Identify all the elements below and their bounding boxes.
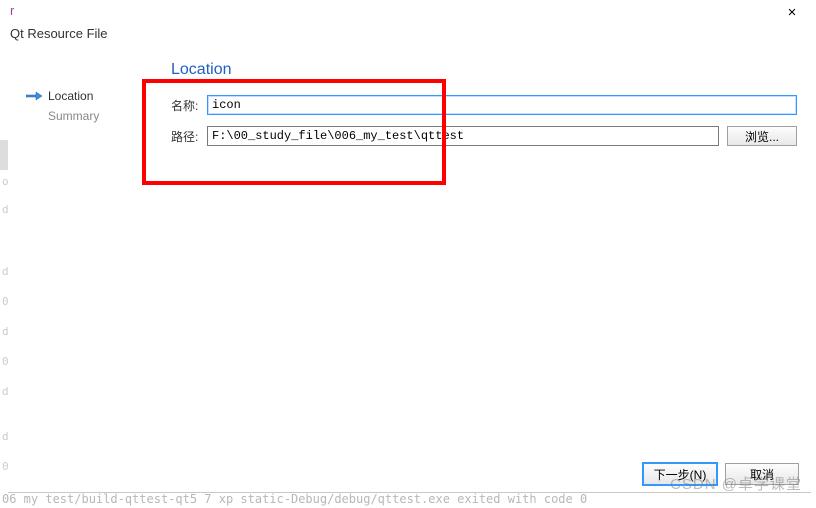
wizard-dialog: r × Qt Resource File Location Summary Lo… [8,0,811,493]
name-label: 名称: [171,97,207,114]
arrow-right-icon [26,91,42,101]
title-bar: r × [8,0,811,26]
background-console-line: 06 my test/build-qttest-qt5 7 xp static-… [2,492,587,506]
path-row: 路径: 浏览... [171,126,797,146]
title-prefix: r [10,3,14,18]
background-strip [0,140,8,170]
close-icon: × [788,4,797,21]
path-input[interactable] [207,126,719,146]
step-location: Location [26,86,145,106]
step-summary: Summary [26,106,145,126]
browse-button[interactable]: 浏览... [727,126,797,146]
close-button[interactable]: × [781,3,803,21]
content-area: Location 名称: 路径: 浏览... [145,49,811,157]
step-summary-label: Summary [48,109,99,123]
main-area: Location Summary Location 名称: 路径: 浏览... [8,49,811,157]
watermark-text: CSDN @卓学课堂 [670,473,802,494]
path-label: 路径: [171,128,207,145]
step-location-label: Location [48,89,93,103]
dialog-subtitle: Qt Resource File [8,26,811,49]
wizard-steps-sidebar: Location Summary [8,49,145,157]
name-input[interactable] [207,95,797,115]
page-heading: Location [171,61,811,79]
name-row: 名称: [171,95,797,115]
